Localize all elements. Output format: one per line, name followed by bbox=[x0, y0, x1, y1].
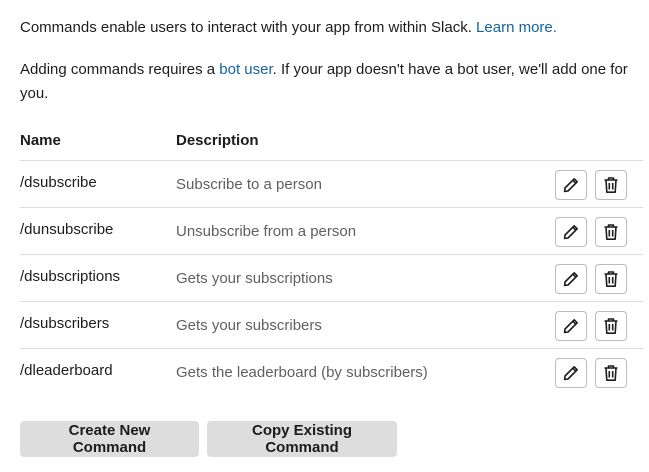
command-description: Gets the leaderboard (by subscribers) bbox=[176, 364, 428, 381]
copy-existing-command-button[interactable]: Copy Existing Command bbox=[207, 421, 397, 457]
intro-paragraph: Commands enable users to interact with y… bbox=[20, 16, 640, 40]
pencil-icon bbox=[563, 272, 578, 287]
edit-command-button[interactable] bbox=[555, 264, 587, 294]
commands-table: Name Description /dsubscribe Subscribe t… bbox=[20, 127, 643, 396]
trash-icon bbox=[604, 271, 618, 287]
pencil-icon bbox=[563, 225, 578, 240]
table-header: Name Description bbox=[20, 127, 643, 161]
command-description: Gets your subscriptions bbox=[176, 270, 333, 287]
pencil-icon bbox=[563, 178, 578, 193]
table-row: /dleaderboard Gets the leaderboard (by s… bbox=[20, 349, 643, 396]
table-row: /dunsubscribe Unsubscribe from a person bbox=[20, 208, 643, 255]
command-name: /dleaderboard bbox=[20, 362, 113, 379]
command-name: /dunsubscribe bbox=[20, 221, 114, 238]
command-name: /dsubscribers bbox=[20, 315, 110, 332]
edit-command-button[interactable] bbox=[555, 217, 587, 247]
bot-user-text-before: Adding commands requires a bbox=[20, 61, 220, 78]
trash-icon bbox=[604, 318, 618, 334]
description-column-header: Description bbox=[176, 132, 259, 149]
name-column-header: Name bbox=[20, 132, 61, 149]
delete-command-button[interactable] bbox=[595, 264, 627, 294]
trash-icon bbox=[604, 224, 618, 240]
create-new-command-button[interactable]: Create New Command bbox=[20, 421, 199, 457]
edit-command-button[interactable] bbox=[555, 170, 587, 200]
delete-command-button[interactable] bbox=[595, 311, 627, 341]
bot-user-link[interactable]: bot user bbox=[219, 61, 272, 78]
learn-more-link[interactable]: Learn more. bbox=[476, 19, 557, 36]
command-description: Unsubscribe from a person bbox=[176, 223, 357, 240]
intro-text: Commands enable users to interact with y… bbox=[20, 19, 477, 36]
trash-icon bbox=[604, 177, 618, 193]
table-row: /dsubscriptions Gets your subscriptions bbox=[20, 255, 643, 302]
delete-command-button[interactable] bbox=[595, 358, 627, 388]
edit-command-button[interactable] bbox=[555, 311, 587, 341]
pencil-icon bbox=[563, 366, 578, 381]
delete-command-button[interactable] bbox=[595, 217, 627, 247]
pencil-icon bbox=[563, 319, 578, 334]
trash-icon bbox=[604, 365, 618, 381]
edit-command-button[interactable] bbox=[555, 358, 587, 388]
bot-user-paragraph: Adding commands requires a bot user. If … bbox=[20, 58, 640, 106]
command-name: /dsubscribe bbox=[20, 174, 97, 191]
delete-command-button[interactable] bbox=[595, 170, 627, 200]
table-row: /dsubscribe Subscribe to a person bbox=[20, 161, 643, 208]
command-description: Gets your subscribers bbox=[176, 317, 322, 334]
table-row: /dsubscribers Gets your subscribers bbox=[20, 302, 643, 349]
command-name: /dsubscriptions bbox=[20, 268, 121, 285]
command-description: Subscribe to a person bbox=[176, 176, 322, 193]
